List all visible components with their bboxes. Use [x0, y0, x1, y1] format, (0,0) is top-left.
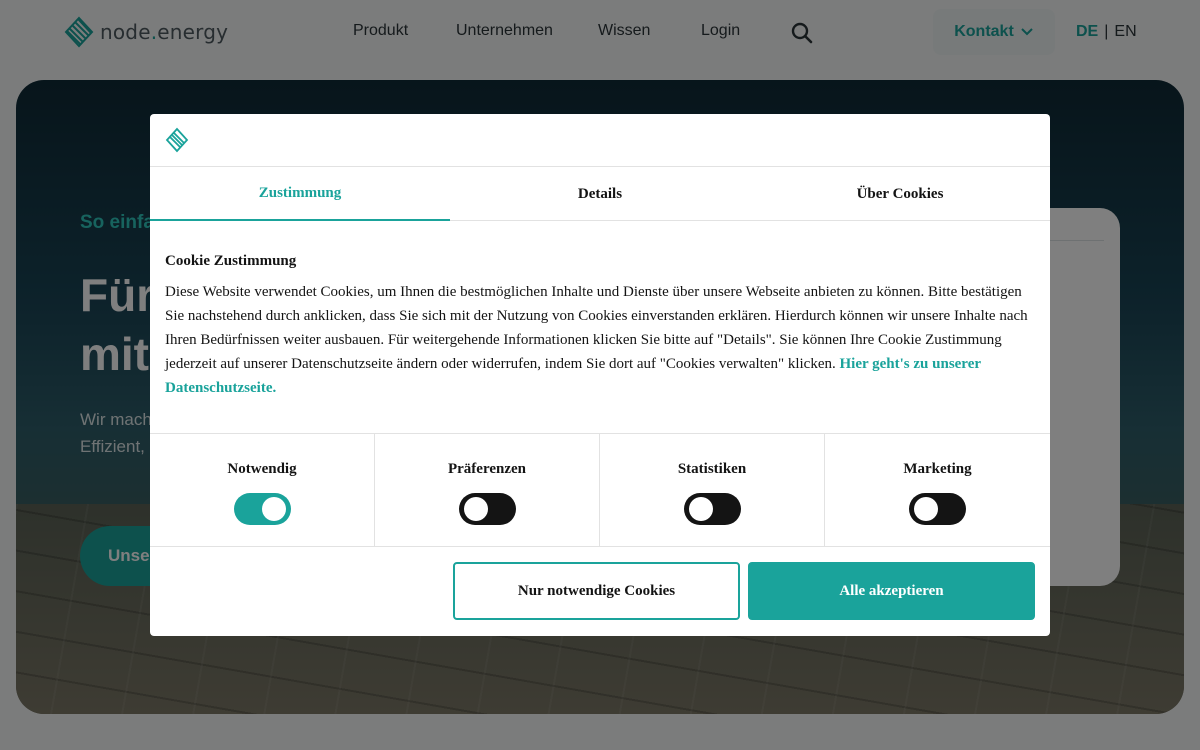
tab-details[interactable]: Details [450, 167, 750, 221]
toggle-marketing[interactable] [909, 493, 966, 525]
accept-all-button[interactable]: Alle akzeptieren [748, 562, 1035, 620]
consent-text: Diese Website verwendet Cookies, um Ihne… [165, 284, 1028, 396]
tab-ueber-cookies[interactable]: Über Cookies [750, 167, 1050, 221]
toggle-praeferenzen[interactable] [458, 493, 516, 525]
dialog-body: Cookie Zustimmung Diese Website verwende… [150, 221, 1050, 433]
toggle-notwendig[interactable] [233, 493, 291, 525]
dialog-actions: Nur notwendige Cookies Alle akzeptieren [150, 546, 1050, 636]
category-statistiken: Statistiken [600, 434, 825, 546]
dialog-header [150, 114, 1050, 167]
category-label: Präferenzen [447, 461, 527, 477]
category-notwendig: Notwendig [150, 434, 375, 546]
category-label: Marketing [903, 461, 972, 477]
cookiebot-logo-icon [165, 127, 189, 153]
dialog-tabs: Zustimmung Details Über Cookies [150, 167, 1050, 221]
category-praeferenzen: Präferenzen [375, 434, 600, 546]
category-label: Notwendig [227, 461, 297, 477]
necessary-cookies-button[interactable]: Nur notwendige Cookies [453, 562, 740, 620]
consent-heading: Cookie Zustimmung [165, 253, 297, 269]
cookie-dialog: Zustimmung Details Über Cookies Cookie Z… [150, 114, 1050, 636]
category-marketing: Marketing [825, 434, 1050, 546]
cookie-categories: Notwendig Präferenzen Statistiken Market… [150, 433, 1050, 547]
toggle-statistiken[interactable] [683, 493, 741, 525]
category-label: Statistiken [677, 461, 747, 477]
tab-zustimmung[interactable]: Zustimmung [150, 167, 450, 221]
